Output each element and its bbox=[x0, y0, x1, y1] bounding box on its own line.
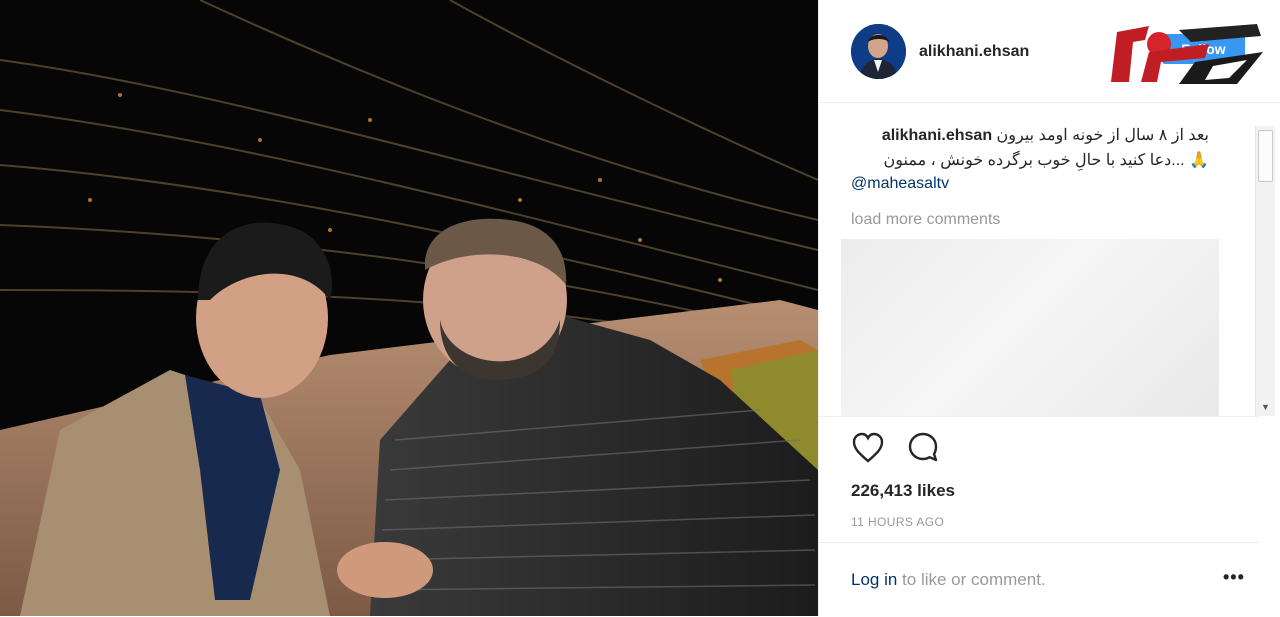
post-photo[interactable] bbox=[0, 0, 818, 616]
post-actions: 226,413 likes 11 HOURS AGO bbox=[819, 416, 1259, 539]
login-footer: Log in to like or comment. ••• bbox=[819, 542, 1259, 617]
username-link[interactable]: alikhani.ehsan bbox=[919, 43, 1029, 61]
load-more-comments-link[interactable]: load more comments bbox=[851, 211, 1000, 229]
likes-count[interactable]: 226,413 likes bbox=[851, 481, 955, 501]
caption-text-2: 🙏 ...دعا کنید با حالِ خوب برگرده خونش ، … bbox=[883, 152, 1210, 169]
scroll-down-arrow-icon[interactable]: ▼ bbox=[1256, 399, 1275, 416]
like-heart-icon[interactable] bbox=[851, 431, 885, 465]
blurred-comments-area bbox=[841, 239, 1219, 416]
post-caption: بعد از ۸ سال از خونه اومد بیرون alikhani… bbox=[851, 123, 1209, 173]
caption-username[interactable]: alikhani.ehsan bbox=[882, 127, 992, 144]
more-options-icon[interactable]: ••• bbox=[1223, 567, 1245, 588]
comments-section: بعد از ۸ سال از خونه اومد بیرون alikhani… bbox=[819, 103, 1259, 416]
caption-text-1: بعد از ۸ سال از خونه اومد بیرون bbox=[996, 127, 1209, 144]
photo-illustration bbox=[0, 0, 818, 616]
login-link[interactable]: Log in bbox=[851, 570, 897, 589]
comment-bubble-icon[interactable] bbox=[907, 431, 939, 463]
comments-scrollbar[interactable]: ▲ ▼ bbox=[1255, 126, 1275, 416]
post-details-panel: alikhani.ehsan Follow بعد از ۸ سال از خو… bbox=[818, 0, 1280, 616]
avatar[interactable] bbox=[851, 24, 906, 79]
scrollbar-thumb[interactable] bbox=[1258, 130, 1273, 182]
post-timestamp[interactable]: 11 HOURS AGO bbox=[851, 515, 944, 529]
watermark-logo bbox=[1111, 24, 1263, 84]
caption-mention-link[interactable]: @maheasaltv bbox=[851, 175, 949, 193]
login-prompt: Log in to like or comment. bbox=[851, 570, 1046, 590]
login-prompt-text: to like or comment. bbox=[897, 570, 1046, 589]
post-header: alikhani.ehsan Follow bbox=[819, 0, 1280, 103]
